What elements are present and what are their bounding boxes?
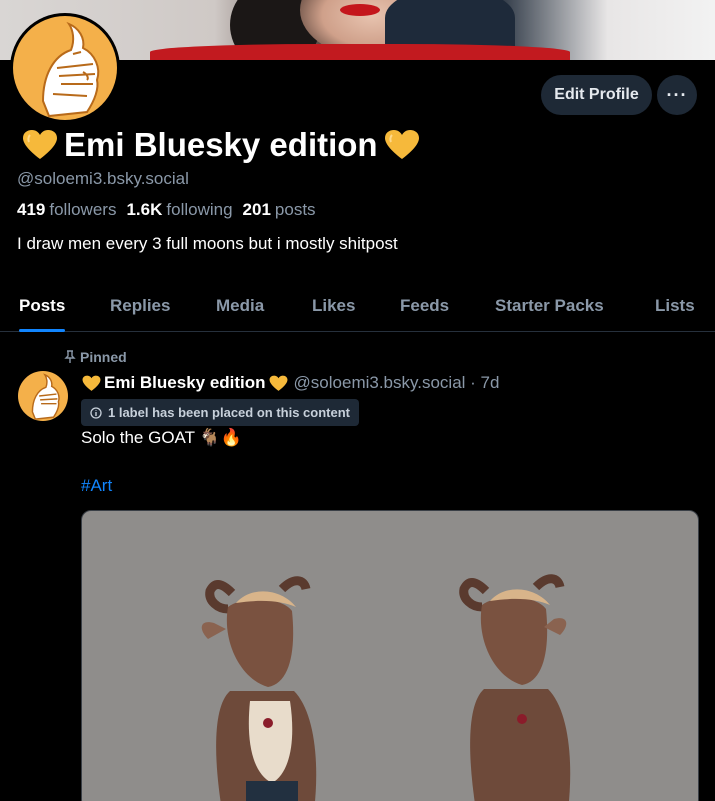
yellow-heart-icon	[384, 130, 419, 159]
tab-media[interactable]: Media	[216, 280, 264, 332]
tab-likes[interactable]: Likes	[312, 280, 355, 332]
info-icon	[90, 406, 102, 419]
post-author-avatar[interactable]	[18, 371, 68, 421]
following-label: following	[166, 200, 233, 219]
pinned-indicator: Pinned	[64, 349, 127, 365]
content-label-notice[interactable]: 1 label has been placed on this content	[81, 399, 359, 426]
post-hashtag[interactable]: #Art	[81, 476, 112, 496]
following-stat[interactable]: 1.6K following	[126, 200, 232, 220]
label-notice-text: 1 label has been placed on this content	[108, 405, 350, 420]
followers-stat[interactable]: 419 followers	[17, 200, 116, 220]
posts-stat: 201 posts	[243, 200, 316, 220]
character-figure-right	[459, 574, 571, 801]
edit-profile-button[interactable]: Edit Profile	[541, 75, 652, 115]
display-name-text: Emi Bluesky edition	[64, 126, 378, 163]
followers-count: 419	[17, 200, 46, 219]
tab-feeds[interactable]: Feeds	[400, 280, 449, 332]
tab-posts[interactable]: Posts	[19, 280, 66, 332]
more-options-button[interactable]: ···	[657, 75, 697, 115]
post-image[interactable]	[81, 510, 699, 801]
profile-tabs: Posts Replies Media Likes Feeds Starter …	[0, 280, 715, 332]
followers-label: followers	[49, 200, 117, 219]
yellow-heart-icon	[82, 375, 101, 391]
pinned-label: Pinned	[80, 349, 127, 365]
post-author[interactable]: Emi Bluesky edition	[82, 373, 288, 393]
post-author-meta[interactable]: @soloemi3.bsky.social · 7d	[294, 373, 500, 393]
post-text: Solo the GOAT 🐐🔥	[81, 428, 242, 447]
pin-icon	[64, 350, 76, 363]
character-figure-left	[201, 576, 317, 801]
yellow-heart-icon	[269, 375, 288, 391]
posts-count: 201	[242, 200, 271, 219]
post-author-name: Emi Bluesky edition	[104, 373, 266, 392]
tab-lists[interactable]: Lists	[655, 280, 695, 332]
post-header: Emi Bluesky edition @soloemi3.bsky.socia…	[82, 373, 499, 393]
posts-label: posts	[274, 200, 316, 219]
display-name: Emi Bluesky edition	[22, 126, 420, 164]
profile-bio: I draw men every 3 full moons but i most…	[17, 234, 398, 253]
profile-handle: @soloemi3.bsky.social	[17, 169, 189, 188]
following-count: 1.6K	[126, 200, 163, 219]
profile-avatar[interactable]	[10, 13, 120, 123]
profile-stats: 419 followers 1.6K following 201 posts	[17, 200, 316, 220]
tab-starter-packs[interactable]: Starter Packs	[495, 280, 604, 332]
tab-replies[interactable]: Replies	[110, 280, 170, 332]
yellow-heart-icon	[23, 130, 57, 159]
